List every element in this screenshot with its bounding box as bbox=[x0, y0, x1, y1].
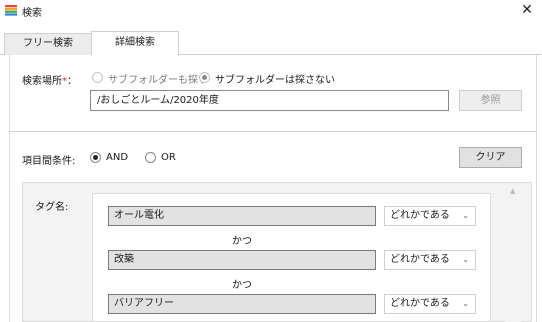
tag-value-input-2[interactable]: 改築 bbox=[108, 250, 376, 270]
chevron-down-icon: ⌄ bbox=[462, 211, 469, 220]
radio-exclude-subfolders-label: サブフォルダーは探さない bbox=[215, 75, 335, 86]
tag-scrollbar[interactable] bbox=[506, 183, 522, 322]
window-title: 検索 bbox=[22, 8, 42, 19]
tag-name-label: タグ名: bbox=[35, 202, 69, 213]
tag-match-value-1: どれかである bbox=[390, 210, 450, 221]
tab-free-search[interactable]: フリー検索 bbox=[4, 33, 92, 55]
label-colon: ： bbox=[67, 76, 77, 87]
app-logo-icon bbox=[5, 5, 17, 16]
radio-include-subfolders[interactable] bbox=[92, 72, 103, 83]
section-divider bbox=[9, 131, 537, 132]
scroll-up-icon[interactable]: ▲ bbox=[510, 187, 515, 195]
tab-strip: フリー検索 詳細検索 bbox=[0, 31, 542, 56]
and-connector-1: かつ bbox=[232, 236, 252, 247]
search-location-text: 検索場所 bbox=[22, 76, 62, 87]
search-location-label: 検索場所*： bbox=[22, 72, 77, 87]
tab-detail-search[interactable]: 詳細検索 bbox=[91, 31, 179, 56]
tag-match-value-2: どれかである bbox=[390, 254, 450, 265]
radio-or[interactable] bbox=[145, 152, 156, 163]
radio-exclude-subfolders[interactable] bbox=[199, 72, 210, 83]
search-path-field[interactable]: /おしごとルーム/2020年度 bbox=[90, 90, 449, 111]
tag-value-input-3[interactable]: バリアフリー bbox=[108, 294, 376, 314]
tag-match-select-2[interactable]: どれかである ⌄ bbox=[384, 250, 476, 270]
conditions-label: 項目間条件: bbox=[22, 156, 76, 167]
radio-include-subfolders-label: サブフォルダーも探す bbox=[108, 75, 208, 86]
chevron-down-icon: ⌄ bbox=[462, 255, 469, 264]
radio-and-label: AND bbox=[106, 152, 129, 163]
tag-match-select-3[interactable]: どれかである ⌄ bbox=[384, 294, 476, 314]
title-bar: 検索 ✕ bbox=[0, 0, 542, 22]
radio-or-label: OR bbox=[161, 152, 176, 163]
tag-match-select-1[interactable]: どれかである ⌄ bbox=[384, 206, 476, 226]
and-connector-2: かつ bbox=[232, 280, 252, 291]
tag-value-input-1[interactable]: オール電化 bbox=[108, 206, 376, 226]
close-button[interactable]: ✕ bbox=[518, 1, 536, 19]
chevron-down-icon: ⌄ bbox=[462, 299, 469, 308]
clear-button[interactable]: クリア bbox=[459, 147, 522, 168]
browse-button[interactable]: 参照 bbox=[459, 90, 522, 111]
radio-and[interactable] bbox=[90, 152, 101, 163]
tag-match-value-3: どれかである bbox=[390, 298, 450, 309]
